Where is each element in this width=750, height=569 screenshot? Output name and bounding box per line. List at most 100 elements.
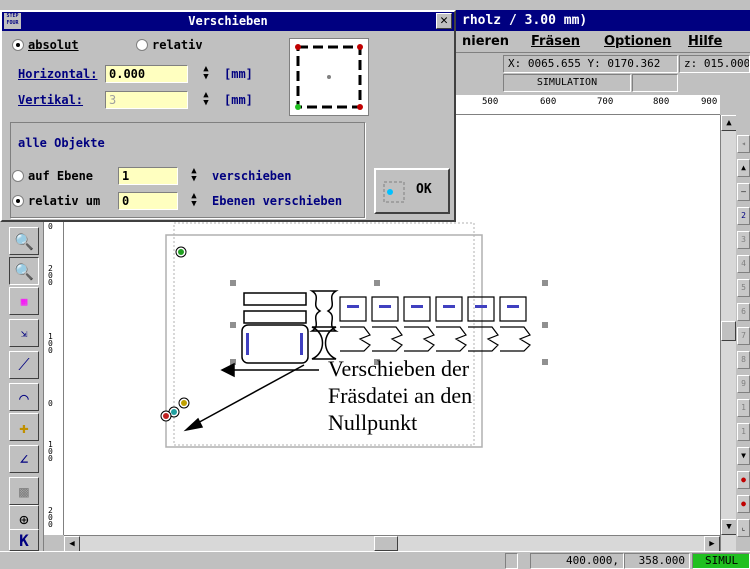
status-indicator <box>505 553 518 569</box>
auf-ebene-spinner-icon[interactable]: ▲ ▼ <box>185 167 203 185</box>
layer-button[interactable]: 7 <box>737 327 750 345</box>
relativ-um-input[interactable]: 0 <box>118 192 178 210</box>
reference-frame-icon <box>295 44 363 110</box>
layer-button[interactable]: ● <box>737 471 750 489</box>
layer-button[interactable]: ◂ <box>737 135 750 153</box>
step-icon[interactable]: ⇲ <box>9 319 39 347</box>
xy-readout: X: 0065.655 Y: 0170.362 <box>503 55 678 73</box>
ebenen-verschieben-label: Ebenen verschieben <box>212 194 343 208</box>
mode-readout: SIMULATION <box>503 74 631 92</box>
vertikal-input[interactable]: 3 <box>105 91 188 109</box>
coordinate-panel: X: 0065.655 Y: 0170.362 z: 015.000 SIMUL… <box>455 53 750 95</box>
vruler-tick: 100 <box>48 332 53 355</box>
hruler-tick: 500 <box>482 97 499 107</box>
layer-button[interactable]: 5 <box>737 279 750 297</box>
vruler-tick: 200 <box>48 264 53 287</box>
relativ-um-label[interactable]: relativ um <box>28 194 100 208</box>
scroll-down-icon[interactable]: ▼ <box>721 519 737 535</box>
dialog-title: Verschieben <box>2 12 454 31</box>
hruler-tick: 600 <box>540 97 557 107</box>
zoom-in-icon[interactable]: 🔍 <box>9 227 39 255</box>
relativ-um-spinner-icon[interactable]: ▲ ▼ <box>185 192 203 210</box>
radio-absolut-label[interactable]: absolut <box>28 38 79 52</box>
horizontal-input[interactable]: 0.000 <box>105 65 188 83</box>
vscroll-thumb[interactable] <box>721 321 736 341</box>
layer-button[interactable]: 6 <box>737 303 750 321</box>
auf-ebene-input[interactable]: 1 <box>118 167 178 185</box>
arc-tool-icon[interactable]: ⌒ <box>9 383 39 411</box>
move-cross-icon[interactable]: ✚ <box>9 413 39 441</box>
radio-absolut[interactable] <box>12 39 24 51</box>
hruler-tick: 800 <box>653 97 670 107</box>
status-bar: 400.000, 358.000 SIMUL <box>0 551 750 569</box>
app-title: rholz / 3.00 mm) <box>462 13 588 28</box>
move-preview-icon <box>383 181 405 203</box>
zoom-out-icon[interactable]: 🔍 <box>9 257 39 285</box>
menu-item-hilfe[interactable]: Hilfe <box>688 34 722 49</box>
line-tool-icon[interactable]: ⟋ <box>9 351 39 379</box>
radio-relativ-label[interactable]: relativ <box>152 38 203 52</box>
status-mode: SIMUL <box>692 553 750 569</box>
scroll-left-icon[interactable]: ◀ <box>64 536 80 552</box>
verschieben-dialog: Verschieben STEP FOUR ✕ absolut relativ … <box>0 10 456 222</box>
horizontal-label: Horizontal: <box>18 67 98 81</box>
scroll-right-icon[interactable]: ▶ <box>704 536 720 552</box>
right-toolbar: ◂ ▲ – 2 3 4 5 6 7 8 9 1 1 ▼ ● ● ⌞ <box>736 95 750 551</box>
step-four-logo: STEP FOUR <box>4 13 21 29</box>
grid-icon[interactable]: ▩ <box>9 477 39 505</box>
layer-numbers-icon[interactable]: ▦ <box>9 287 39 315</box>
layer-button[interactable]: ● <box>737 495 750 513</box>
layer-button[interactable]: 3 <box>737 231 750 249</box>
ok-label: OK <box>416 182 432 197</box>
layer-button[interactable]: 8 <box>737 351 750 369</box>
layer-button[interactable]: ⌞ <box>737 519 750 537</box>
status-coords-x: 400.000, <box>530 553 624 569</box>
ok-button[interactable]: OK <box>374 168 450 214</box>
k-tool-icon[interactable]: K <box>9 529 39 551</box>
layer-button[interactable]: 1 <box>737 399 750 417</box>
z-readout: z: 015.000 <box>679 55 750 73</box>
scroll-up-icon[interactable]: ▲ <box>721 115 737 131</box>
angle-tool-icon[interactable]: ∠ <box>9 445 39 473</box>
horizontal-scrollbar[interactable]: ◀ ▶ <box>64 535 720 552</box>
layer-button[interactable]: ▲ <box>737 159 750 177</box>
vertical-scrollbar[interactable]: ▲ ▼ <box>720 115 737 551</box>
vruler-tick: 0 <box>48 399 53 408</box>
layer-button[interactable]: 1 <box>737 423 750 441</box>
annotation-text: Verschieben der Fräsdatei an den Nullpun… <box>328 355 472 435</box>
reference-point-preview[interactable] <box>289 38 369 116</box>
annotation-line: Verschieben der <box>328 356 470 381</box>
layer-button[interactable]: 9 <box>737 375 750 393</box>
menu-item-optionen[interactable]: Optionen <box>604 34 671 49</box>
hscroll-thumb[interactable] <box>374 536 398 551</box>
radio-relativ-um[interactable] <box>12 195 24 207</box>
radio-relativ[interactable] <box>136 39 148 51</box>
hruler-tick: 900 <box>701 97 718 107</box>
annotation-line: Nullpunkt <box>328 410 418 435</box>
auf-ebene-label[interactable]: auf Ebene <box>28 169 93 183</box>
left-toolbar: 🔍 🔍 ▦ ⇲ ⟋ ⌒ ✚ ∠ ▩ ⊕ K <box>0 215 44 555</box>
group-title: alle Objekte <box>18 136 105 150</box>
status-coords-y: 358.000 <box>624 553 690 569</box>
vruler-tick: 200 <box>48 506 53 529</box>
verschieben-label: verschieben <box>212 169 292 183</box>
vruler-tick: 0 <box>48 222 53 231</box>
vertical-ruler: 0 200 100 0 100 200 <box>44 215 64 535</box>
annotation-line: Fräsdatei an den <box>328 383 473 408</box>
menu-item-0[interactable]: nieren <box>462 34 509 49</box>
horizontal-ruler: 500 600 700 800 900 <box>455 95 720 115</box>
vertikal-spinner-icon[interactable]: ▲ ▼ <box>197 91 215 109</box>
vruler-tick: 100 <box>48 440 53 463</box>
layer-button[interactable]: ▼ <box>737 447 750 465</box>
vertikal-label: Vertikal: <box>18 93 84 107</box>
layer-button[interactable]: 2 <box>737 207 750 225</box>
layer-button[interactable]: – <box>737 183 750 201</box>
radio-auf-ebene[interactable] <box>12 170 24 182</box>
horizontal-unit: [mm] <box>224 67 253 81</box>
layer-button[interactable]: 4 <box>737 255 750 273</box>
close-icon[interactable]: ✕ <box>436 13 452 29</box>
horizontal-spinner-icon[interactable]: ▲ ▼ <box>197 65 215 83</box>
vertikal-unit: [mm] <box>224 93 253 107</box>
menu-item-fraesen[interactable]: Fräsen <box>531 34 580 49</box>
empty-readout <box>632 74 678 92</box>
